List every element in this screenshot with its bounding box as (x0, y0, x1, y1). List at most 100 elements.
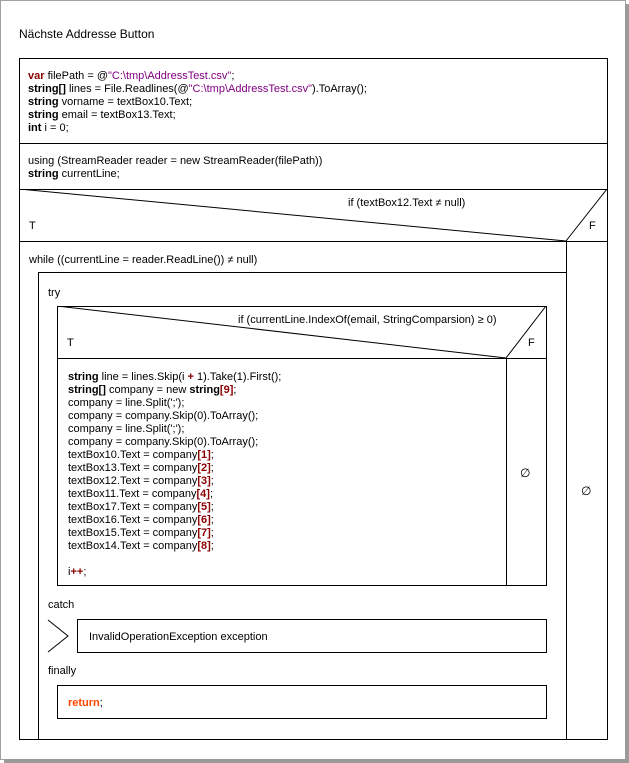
if-outer-diagonal-true (19, 189, 567, 242)
code-token: string (68, 371, 99, 383)
code-line: string vorname = textBox10.Text; (28, 96, 367, 109)
code-token: int (28, 122, 42, 134)
code-token: 1).Take(1).First(); (193, 371, 282, 383)
using-block: using (StreamReader reader = new StreamR… (19, 143, 608, 190)
code-token: "C:\tmp\AddressTest.csv" (188, 83, 312, 95)
code-line: company = line.Split(';'); (68, 397, 281, 410)
code-line: company = company.Skip(0).ToArray(); (68, 436, 281, 449)
code-token: textBox11.Text = company (68, 488, 197, 500)
code-token: textBox13.Text = company (68, 462, 198, 474)
if-outer-diagonal-false (565, 189, 608, 242)
code-token: [8] (197, 540, 211, 552)
code-token: ; (210, 462, 214, 474)
code-token: ++ (70, 566, 84, 578)
code-token: ; (210, 501, 214, 513)
code-token: ; (99, 697, 103, 709)
code-token: textBox16.Text = company (68, 514, 198, 526)
code-token: textBox17.Text = company (68, 501, 198, 513)
code-token: textBox10.Text = company (68, 449, 198, 461)
if-outer-condition: if (textBox12.Text ≠ null) (348, 197, 466, 209)
code-line: textBox14.Text = company[8]; (68, 540, 281, 553)
code-token: var (28, 70, 45, 82)
code-line: string currentLine; (28, 168, 322, 181)
inner-code: string line = lines.Skip(i + 1).Take(1).… (68, 371, 281, 579)
code-token: ; (210, 514, 214, 526)
code-token: ; (210, 540, 214, 552)
code-token: [2] (197, 462, 211, 474)
catch-block: InvalidOperationException exception (77, 619, 547, 653)
code-token: textBox14.Text = company (68, 540, 198, 552)
code-token: ; (233, 384, 237, 396)
code-token: ; (210, 449, 214, 461)
code-token: company = line.Split(';'); (68, 397, 185, 409)
code-line: var filePath = @"C:\tmp\AddressTest.csv"… (28, 70, 367, 83)
if-outer-diagonals (19, 189, 608, 242)
code-token: i = 0; (41, 122, 69, 134)
code-token: textBox15.Text = company (68, 527, 198, 539)
code-token: ; (209, 488, 214, 500)
code-token: ; (231, 70, 235, 82)
if-inner-true-branch: string line = lines.Skip(i + 1).Take(1).… (57, 358, 507, 586)
catch-label: catch (48, 599, 75, 611)
code-line: i++; (68, 566, 281, 579)
code-line: textBox17.Text = company[5]; (68, 501, 281, 514)
code-line: string[] company = new string[9]; (68, 384, 281, 397)
code-token: [5] (197, 501, 211, 513)
code-line: textBox15.Text = company[7]; (68, 527, 281, 540)
code-line: company = company.Skip(0).ToArray(); (68, 410, 281, 423)
code-token: filePath = @ (44, 70, 108, 82)
code-token: email = textBox13.Text; (58, 109, 176, 121)
code-token: [3] (197, 475, 211, 487)
code-token: "C:\tmp\AddressTest.csv" (107, 70, 232, 82)
declaration-block: var filePath = @"C:\tmp\AddressTest.csv"… (19, 58, 608, 144)
code-token: string (28, 168, 59, 180)
code-token: company = company.Skip(0).ToArray(); (68, 436, 259, 448)
code-token: currentLine; (58, 168, 120, 180)
while-condition: while ((currentLine = reader.ReadLine())… (29, 254, 258, 266)
empty-set-symbol: ∅ (520, 466, 531, 480)
code-token: company = line.Split(';'); (68, 423, 185, 435)
code-token: [6] (197, 514, 211, 526)
if-inner-condition: if (currentLine.IndexOf(email, StringCom… (238, 314, 497, 326)
if-inner-diagonal-false (505, 306, 547, 359)
code-token: vorname = textBox10.Text; (58, 96, 193, 108)
code-line: textBox11.Text = company[4]; (68, 488, 281, 501)
code-line: textBox12.Text = company[3]; (68, 475, 281, 488)
code-token: [4] (196, 488, 210, 500)
code-token: line = lines.Skip(i (98, 371, 188, 383)
code-token: [7] (197, 527, 211, 539)
finally-block: return; (57, 685, 547, 719)
finally-label: finally (48, 665, 77, 677)
frame-shadow-bottom (4, 759, 629, 763)
code-token: ; (83, 566, 87, 578)
code-token: lines = File.Readlines(@ (65, 83, 189, 95)
code-token: string (28, 109, 59, 121)
if-outer-true-label: T (29, 220, 36, 232)
code-token: string[] (68, 384, 106, 396)
code-token: ; (210, 527, 214, 539)
code-line: textBox16.Text = company[6]; (68, 514, 281, 527)
code-token: ; (210, 475, 214, 487)
code-token: [9] (219, 384, 234, 396)
code-line: int i = 0; (28, 122, 367, 135)
code-line: textBox10.Text = company[1]; (68, 449, 281, 462)
using-code: using (StreamReader reader = new StreamR… (28, 155, 322, 181)
diagram-title: Nächste Addresse Button (19, 27, 155, 41)
if-outer-false-branch: ∅ (566, 241, 608, 740)
try-label: try (48, 287, 61, 299)
code-token: company = company.Skip(0).ToArray(); (68, 410, 259, 422)
code-line: textBox13.Text = company[2]; (68, 462, 281, 475)
empty-set-symbol: ∅ (581, 484, 592, 498)
code-token: string (189, 384, 220, 396)
code-token: string[] (28, 83, 66, 95)
finally-code: return; (68, 697, 103, 710)
code-line: string line = lines.Skip(i + 1).Take(1).… (68, 371, 281, 384)
declaration-code: var filePath = @"C:\tmp\AddressTest.csv"… (28, 70, 367, 135)
code-token: ).ToArray(); (311, 83, 367, 95)
code-token: string (28, 96, 59, 108)
code-line: return; (68, 697, 103, 710)
code-token: return (68, 697, 100, 709)
code-token: textBox12.Text = company (68, 475, 198, 487)
if-inner-true-label: T (67, 337, 74, 349)
